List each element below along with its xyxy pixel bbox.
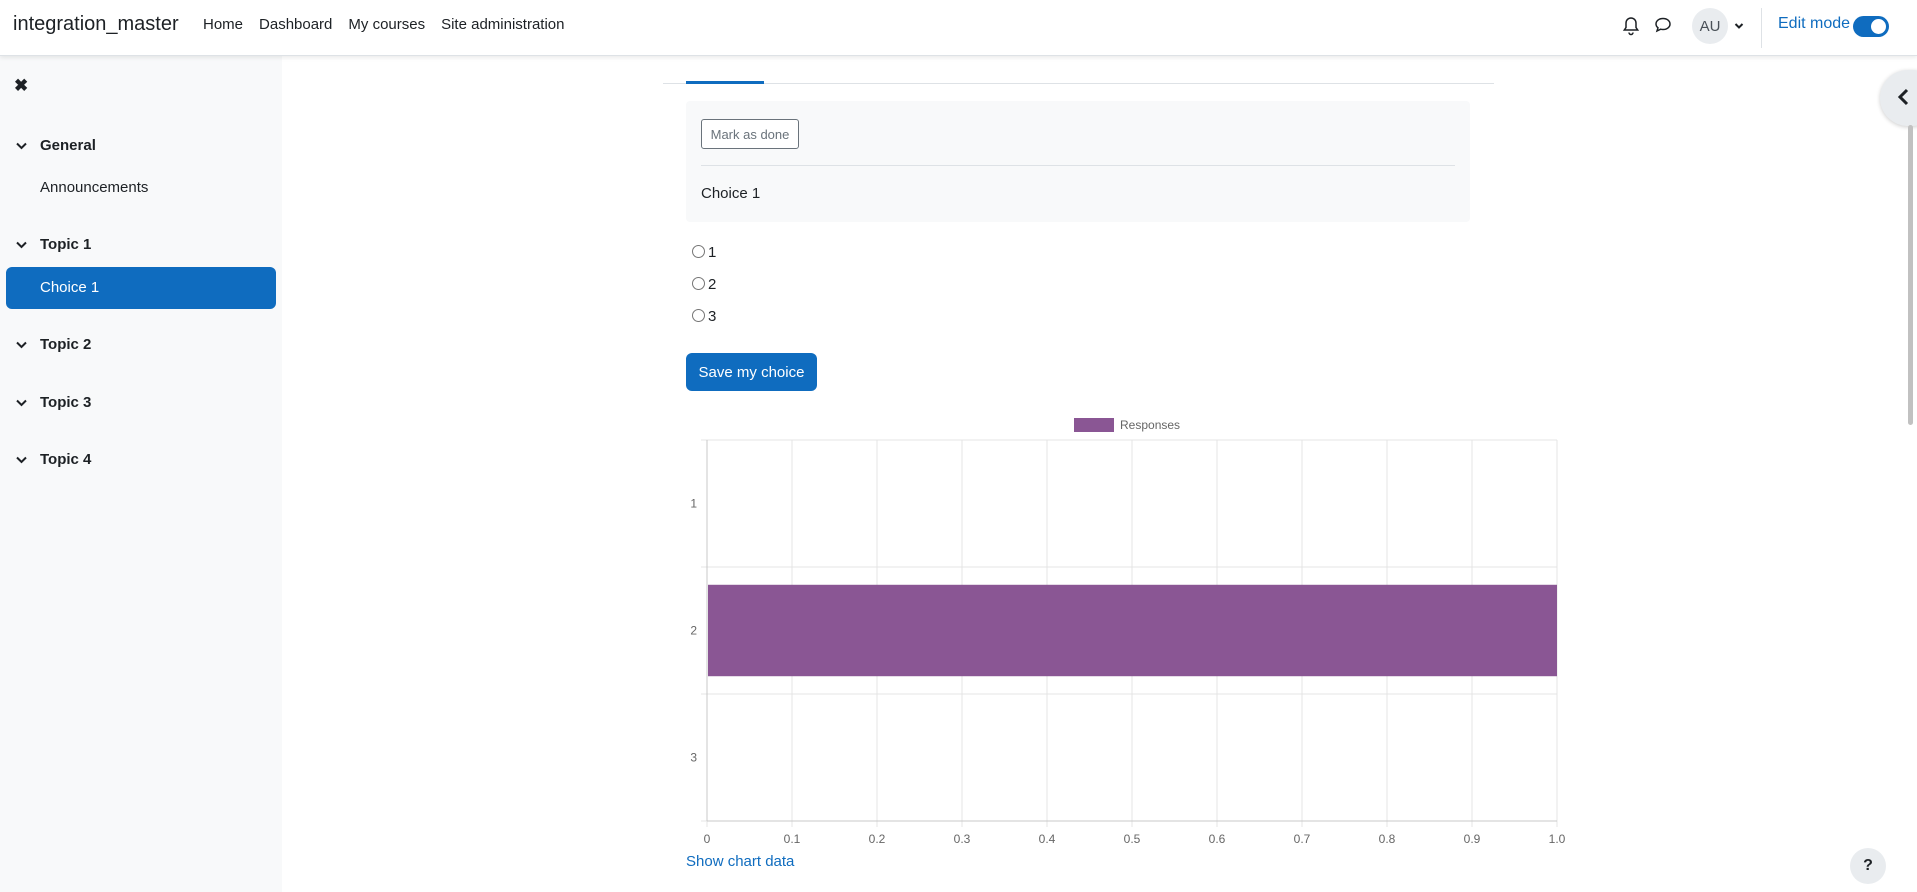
sidebar-section-topic-2[interactable]: Topic 2 [16,336,91,353]
nav-my-courses-link[interactable]: My courses [348,16,425,33]
choice-option-label: 3 [708,308,717,325]
sidebar-item-announcements[interactable]: Announcements [40,179,148,196]
edit-mode-label: Edit mode [1778,15,1851,32]
sidebar-item-choice-1[interactable]: Choice 1 [6,267,276,309]
x-tick-label: 0.9 [1464,832,1481,846]
choice-option-3[interactable]: 3 [692,308,716,325]
navbar-divider [1761,8,1762,48]
choice-option-label: 1 [708,244,717,261]
radio-button[interactable] [692,245,705,258]
sidebar-section-label: Topic 3 [40,394,92,411]
tab-active-indicator [686,81,764,84]
activity-header: Mark as done Choice 1 [686,101,1470,222]
secondary-navigation-divider [663,83,1494,84]
chat-bubble-icon[interactable] [1654,16,1674,36]
x-tick-label: 0.2 [869,832,886,846]
radio-button[interactable] [692,309,705,322]
sidebar-section-label: General [40,137,96,154]
sidebar-section-label: Topic 2 [40,336,92,353]
sidebar-section-label: Topic 1 [40,236,92,253]
x-tick-label: 0 [704,832,711,846]
edit-mode-toggle[interactable] [1853,16,1889,37]
x-tick-label: 0.4 [1039,832,1056,846]
course-index-sidebar: ✖ General Announcements Topic 1 Choice 1… [0,56,282,892]
chevron-down-icon [16,399,27,406]
bar-responses-2 [708,584,1557,677]
chevron-down-icon [16,241,27,248]
help-button[interactable]: ? [1850,848,1886,884]
radio-button[interactable] [692,277,705,290]
y-tick-label: 2 [690,624,697,638]
site-brand[interactable]: integration_master [13,13,179,36]
chevron-down-icon [16,456,27,463]
primary-navigation: Home Dashboard My courses Site administr… [203,16,565,33]
chevron-down-icon[interactable] [1734,18,1746,30]
choice-option-2[interactable]: 2 [692,276,716,293]
mark-as-done-button[interactable]: Mark as done [701,119,799,149]
chevron-left-icon [1897,88,1909,106]
activity-title: Choice 1 [701,185,761,202]
page-scrollbar[interactable] [1908,125,1913,425]
legend-swatch [1074,418,1114,432]
x-tick-label: 0.7 [1294,832,1311,846]
chevron-down-icon [16,341,27,348]
bell-icon[interactable] [1622,16,1642,36]
y-tick-label: 1 [690,497,697,511]
nav-site-administration-link[interactable]: Site administration [441,16,564,33]
top-navbar: integration_master Home Dashboard My cou… [0,0,1917,56]
sidebar-section-label: Topic 4 [40,451,92,468]
legend-label: Responses [1120,418,1180,432]
close-icon[interactable]: ✖ [14,76,28,96]
x-tick-label: 0.3 [954,832,971,846]
nav-home-link[interactable]: Home [203,16,243,33]
choice-option-label: 2 [708,276,717,293]
sidebar-section-general[interactable]: General [16,137,96,154]
x-tick-label: 0.8 [1379,832,1396,846]
x-tick-label: 0.6 [1209,832,1226,846]
chevron-down-icon [16,142,27,149]
save-my-choice-button[interactable]: Save my choice [686,353,817,391]
x-tick-label: 0.5 [1124,832,1141,846]
activity-header-divider [701,165,1455,166]
x-tick-label: 1.0 [1549,832,1566,846]
x-tick-label: 0.1 [784,832,801,846]
sidebar-section-topic-1[interactable]: Topic 1 [16,236,91,253]
sidebar-section-topic-3[interactable]: Topic 3 [16,394,91,411]
choice-option-1[interactable]: 1 [692,244,716,261]
sidebar-section-topic-4[interactable]: Topic 4 [16,451,91,468]
user-avatar[interactable]: AU [1692,8,1728,44]
nav-dashboard-link[interactable]: Dashboard [259,16,332,33]
responses-bar-chart: Responses 0 0.1 0.2 0.3 0.4 0.5 0.6 0.7 0.8 0.9 1.0… [690,418,1566,846]
show-chart-data-link[interactable]: Show chart data [686,853,794,870]
open-block-drawer-button[interactable] [1880,70,1917,126]
y-tick-label: 3 [690,751,697,765]
